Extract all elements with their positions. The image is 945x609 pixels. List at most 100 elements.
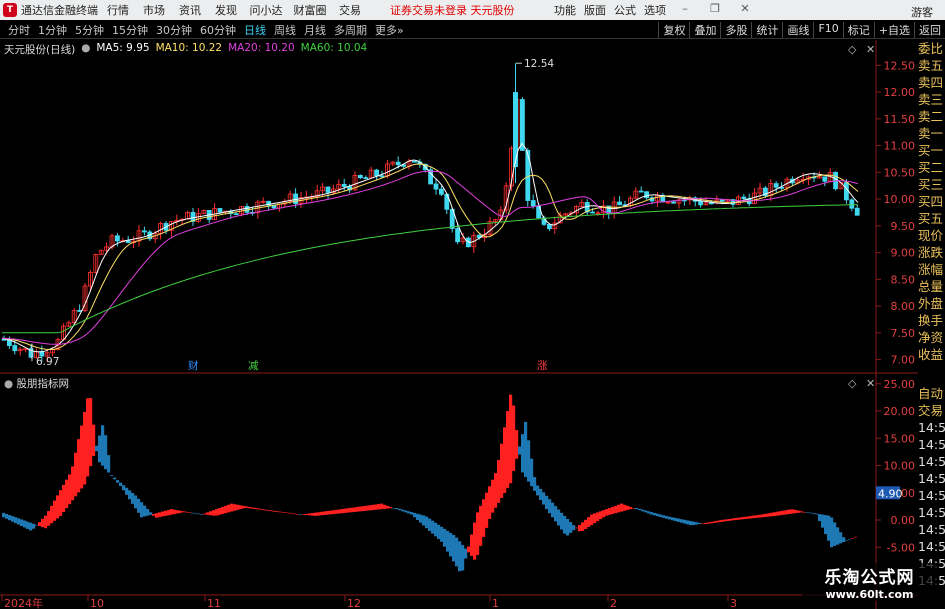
ma-label-2: MA20: 10.20 xyxy=(228,42,295,54)
ind-bar-up xyxy=(779,511,783,516)
menu-options[interactable]: 选项 xyxy=(640,2,670,18)
ind-bar-up xyxy=(740,517,744,520)
user-label[interactable]: 游客 xyxy=(911,4,933,20)
tool-button-5[interactable]: F10 xyxy=(813,21,842,38)
ind-bar-up xyxy=(164,510,168,516)
login-warning[interactable]: 证券交易未登录 天元股份 xyxy=(390,2,530,18)
event-marker-2[interactable]: 涨 xyxy=(537,360,548,372)
ind-bar-up xyxy=(800,511,804,513)
tool-button-1[interactable]: 叠加 xyxy=(689,21,720,38)
trade-field-3: 14:55 xyxy=(918,437,945,452)
y-tick-label: 9.50 xyxy=(891,220,916,233)
period-tab-3[interactable]: 15分钟 xyxy=(108,22,152,38)
watermark-url: www.60lt.com xyxy=(825,588,914,601)
close-icon[interactable]: ✕ xyxy=(730,2,760,18)
period-tab-9[interactable]: 多周期 xyxy=(330,22,371,38)
event-marker-0[interactable]: 财 xyxy=(188,359,199,372)
period-tab-4[interactable]: 30分钟 xyxy=(152,22,196,38)
settings-icon[interactable]: ● xyxy=(81,42,90,57)
menu-quotes[interactable]: 行情 xyxy=(100,2,136,18)
ind-bar-down xyxy=(200,514,204,515)
ind-bar-up xyxy=(281,511,285,513)
ind-bar-down xyxy=(812,513,816,514)
ind-bar-down xyxy=(806,512,810,513)
ind-bar-up xyxy=(593,513,597,524)
tool-button-2[interactable]: 多股 xyxy=(720,21,751,38)
ind-bar-down xyxy=(698,522,702,524)
quote-field-5: 卖一 xyxy=(918,126,944,141)
diamond-icon-2[interactable]: ◇ xyxy=(848,377,856,390)
ind-bar-up xyxy=(314,512,318,516)
ind-bar-up xyxy=(323,511,327,515)
ind-bar-down xyxy=(416,513,420,520)
ind-bar-up xyxy=(47,511,51,526)
kline-chart[interactable]: 12.5012.0011.5011.0010.5010.009.509.008.… xyxy=(0,40,918,609)
ind-bar-up xyxy=(383,504,387,509)
close-panel-icon[interactable]: ✕ xyxy=(866,43,875,56)
ind-bar-down xyxy=(392,507,396,509)
ind-bar-up xyxy=(92,424,96,456)
warning-text: 证券交易未登录 xyxy=(390,4,467,17)
ind-bar-down xyxy=(665,516,669,519)
ind-bar-up xyxy=(71,466,75,501)
ma20-line xyxy=(1,170,859,345)
period-tab-1[interactable]: 1分钟 xyxy=(34,22,71,38)
menu-ask[interactable]: 问小达 xyxy=(244,2,288,18)
ind-bar-up xyxy=(266,509,270,511)
ind-bar-up xyxy=(752,515,756,519)
restore-icon[interactable]: ❐ xyxy=(700,2,730,18)
ind-bar-down xyxy=(842,537,846,543)
ind-bar-up xyxy=(791,509,795,514)
menu-layout[interactable]: 版面 xyxy=(580,2,610,18)
tool-button-7[interactable]: +自选 xyxy=(873,21,914,38)
ind-bar-down xyxy=(113,477,117,480)
high-label: 12.54 xyxy=(524,58,554,70)
app-logo-icon: T xyxy=(3,3,17,17)
trade-field-5: 14:56 xyxy=(918,471,945,486)
ind-bar-up xyxy=(155,513,159,518)
ind-bar-up xyxy=(803,511,807,513)
ind-bar-up xyxy=(278,511,282,513)
ind-bar-down xyxy=(437,524,441,540)
period-tab-6[interactable]: 日线 xyxy=(240,22,270,38)
minimize-icon[interactable]: – xyxy=(670,2,700,18)
menu-formula[interactable]: 公式 xyxy=(610,2,640,18)
period-tab-0[interactable]: 分时 xyxy=(4,22,34,38)
diamond-icon[interactable]: ◇ xyxy=(848,43,856,56)
ind-bar-down xyxy=(23,520,27,528)
ind-y-tick-label: 20.00 xyxy=(884,405,916,418)
tool-button-8[interactable]: 返回 xyxy=(914,21,945,38)
period-tab-5[interactable]: 60分钟 xyxy=(196,22,240,38)
indicator-settings-icon[interactable]: ● xyxy=(4,378,17,390)
period-tab-7[interactable]: 周线 xyxy=(270,22,300,38)
ind-y-tick-label: 0.00 xyxy=(891,514,916,527)
ind-bar-up xyxy=(59,490,63,516)
ind-bar-up xyxy=(326,511,330,515)
ind-bar-down xyxy=(434,522,438,537)
ind-bar-up xyxy=(785,510,789,515)
period-tab-8[interactable]: 月线 xyxy=(300,22,330,38)
candle-down xyxy=(698,200,703,206)
tool-button-4[interactable]: 画线 xyxy=(782,21,813,38)
period-tab-2[interactable]: 5分钟 xyxy=(71,22,108,38)
chart-title: 天元股份(日线) xyxy=(4,44,76,56)
event-marker-1[interactable]: 减 xyxy=(248,360,259,372)
menu-wealth[interactable]: 财富圈 xyxy=(288,2,332,18)
menu-function[interactable]: 功能 xyxy=(550,2,580,18)
menu-discover[interactable]: 发现 xyxy=(208,2,244,18)
ind-bar-up xyxy=(575,527,579,529)
ind-bar-up xyxy=(68,474,72,505)
tool-button-3[interactable]: 统计 xyxy=(751,21,782,38)
quote-field-0: 委比 xyxy=(918,41,944,56)
close-panel-icon-2[interactable]: ✕ xyxy=(866,377,875,390)
menu-trade[interactable]: 交易 xyxy=(332,2,368,18)
period-tab-10[interactable]: 更多» xyxy=(371,22,408,38)
ind-bar-up xyxy=(491,479,495,513)
menu-market[interactable]: 市场 xyxy=(136,2,172,18)
ind-bar-up xyxy=(509,394,513,484)
ind-bar-up xyxy=(626,505,630,510)
menu-news[interactable]: 资讯 xyxy=(172,2,208,18)
tool-button-6[interactable]: 标记 xyxy=(842,21,874,38)
tool-button-0[interactable]: 复权 xyxy=(658,21,689,38)
ind-bar-up xyxy=(56,495,60,519)
